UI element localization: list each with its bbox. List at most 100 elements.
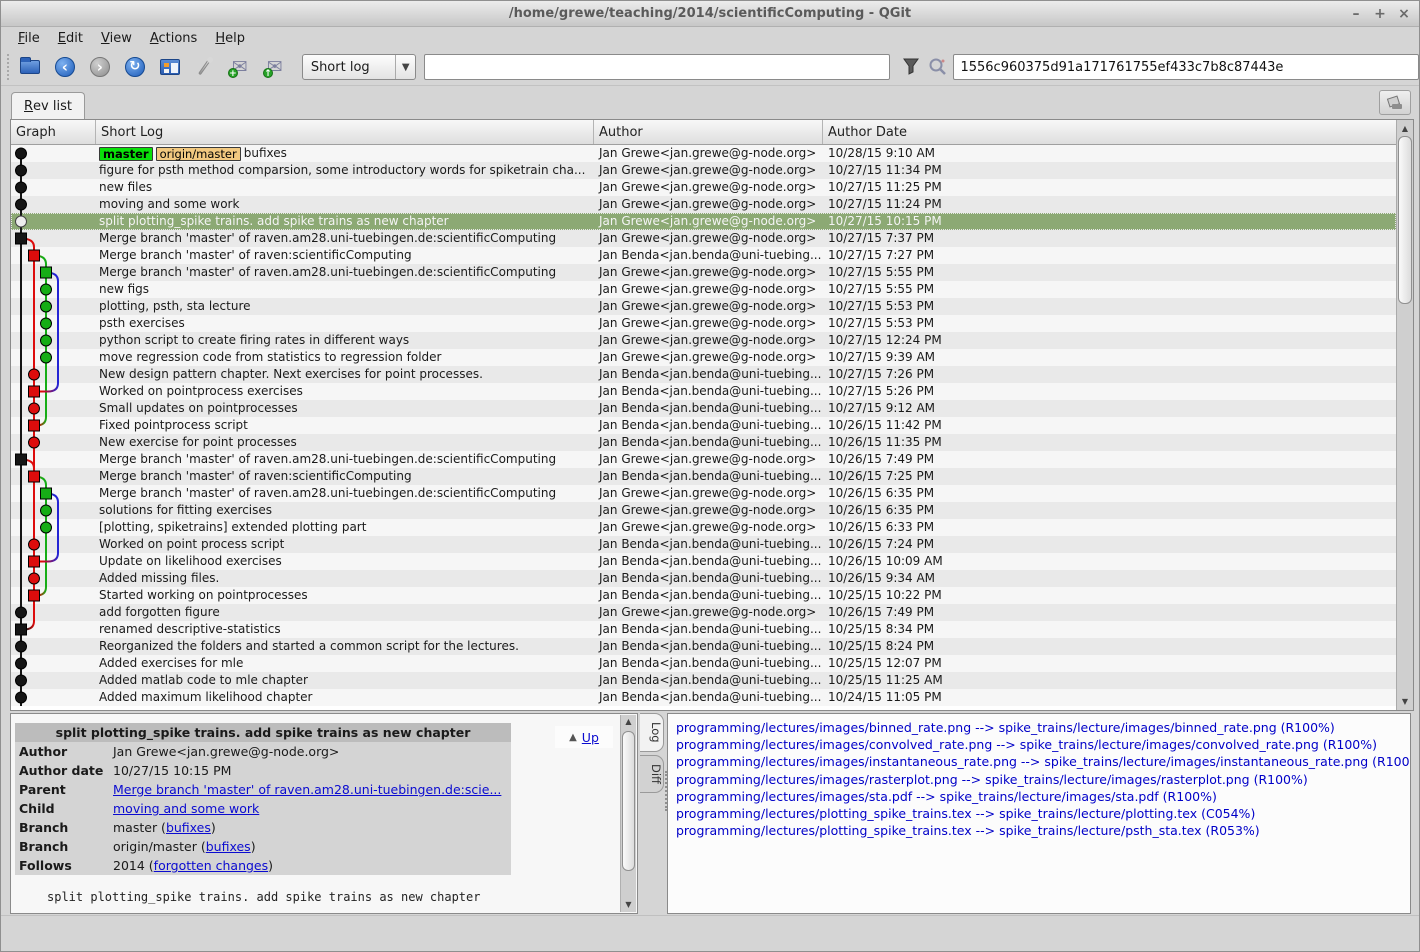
forward-icon[interactable]: › [87,54,113,80]
commit-message: split plotting_spike trains. add spike t… [47,890,480,904]
detail-link[interactable]: forgotten changes [154,858,268,873]
table-header: GraphShort LogAuthorAuthor Date [11,120,1396,145]
scroll-thumb[interactable] [1398,136,1412,304]
sha-input[interactable] [953,54,1419,80]
table-row[interactable]: Update on likelihood exercisesJan Benda<… [11,553,1396,570]
table-row[interactable]: Added exercises for mleJan Benda<jan.ben… [11,655,1396,672]
author-cell: Jan Benda<jan.benda@uni-tuebing... [594,553,823,570]
menu-view[interactable]: View [92,29,141,48]
menu-help[interactable]: Help [206,29,254,48]
detail-link[interactable]: bufixes [206,839,251,854]
scroll-down-icon[interactable]: ▼ [1397,694,1413,709]
file-rename-item[interactable]: programming/lectures/images/binned_rate.… [676,719,1410,736]
table-row[interactable]: Reorganized the folders and started a co… [11,638,1396,655]
date-cell: 10/25/15 8:24 PM [823,638,1396,655]
table-row[interactable]: moving and some workJan Grewe<jan.grewe@… [11,196,1396,213]
table-row[interactable]: solutions for fitting exercisesJan Grewe… [11,502,1396,519]
graph-cell [11,145,96,162]
close-icon[interactable]: × [1397,6,1411,22]
back-icon[interactable]: ‹ [52,54,78,80]
table-row[interactable]: New design pattern chapter. Next exercis… [11,366,1396,383]
table-row[interactable]: plotting, psth, sta lectureJan Grewe<jan… [11,298,1396,315]
file-rename-item[interactable]: programming/lectures/images/convolved_ra… [676,736,1410,753]
menu-bar: FileEditViewActionsHelp [1,27,1419,49]
detail-link[interactable]: Merge branch 'master' of raven.am28.uni-… [113,782,501,797]
detail-scrollbar[interactable]: ▲ ▼ [620,715,636,912]
graph-cell [11,638,96,655]
up-link[interactable]: Up [582,730,599,745]
table-row[interactable]: Merge branch 'master' of raven.am28.uni-… [11,264,1396,281]
up-arrow-icon: ▲ [569,732,577,743]
table-row[interactable]: Merge branch 'master' of raven.am28.uni-… [11,485,1396,502]
table-row[interactable]: Merge branch 'master' of raven:scientifi… [11,468,1396,485]
up-button[interactable]: ▲ Up [555,726,613,748]
table-row[interactable]: Added missing files.Jan Benda<jan.benda@… [11,570,1396,587]
menu-edit[interactable]: Edit [49,29,92,48]
open-repository-icon[interactable] [17,54,43,80]
toolbar-handle[interactable] [7,54,13,80]
table-row[interactable]: Merge branch 'master' of raven.am28.uni-… [11,451,1396,468]
side-tab-log[interactable]: Log [640,713,664,752]
table-row[interactable]: new filesJan Grewe<jan.grewe@g-node.org>… [11,179,1396,196]
table-row[interactable]: Small updates on pointprocessesJan Benda… [11,400,1396,417]
side-tab-diff[interactable]: Diff [640,755,664,793]
maximize-icon[interactable]: + [1373,6,1387,22]
detail-link[interactable]: bufixes [166,820,211,835]
scroll-thumb[interactable] [622,731,635,871]
author-cell: Jan Benda<jan.benda@uni-tuebing... [594,587,823,604]
detail-link[interactable]: moving and some work [113,801,259,816]
table-row[interactable]: Added maximum likelihood chapterJan Bend… [11,689,1396,706]
scroll-up-icon[interactable]: ▲ [621,715,636,729]
tab-rev-list[interactable]: Rev list [11,92,85,119]
title-bar[interactable]: /home/grewe/teaching/2014/scientificComp… [1,1,1419,27]
table-row[interactable]: add forgotten figureJan Grewe<jan.grewe@… [11,604,1396,621]
column-header-short-log[interactable]: Short Log [96,120,594,144]
minimize-icon[interactable]: – [1349,6,1363,22]
table-row[interactable]: Merge branch 'master' of raven:scientifi… [11,247,1396,264]
table-row[interactable]: psth exercisesJan Grewe<jan.grewe@g-node… [11,315,1396,332]
highlight-search-icon[interactable] [927,55,950,79]
table-row[interactable]: move regression code from statistics to … [11,349,1396,366]
date-cell: 10/27/15 12:24 PM [823,332,1396,349]
table-row[interactable]: python script to create firing rates in … [11,332,1396,349]
column-header-author[interactable]: Author [594,120,823,144]
file-rename-item[interactable]: programming/lectures/plotting_spike_trai… [676,805,1410,822]
table-row[interactable]: split plotting_spike trains. add spike t… [11,213,1396,230]
menu-file[interactable]: File [9,29,49,48]
column-header-graph[interactable]: Graph [11,120,96,144]
table-row[interactable]: new figsJan Grewe<jan.grewe@g-node.org>1… [11,281,1396,298]
table-row[interactable]: Started working on pointprocessesJan Ben… [11,587,1396,604]
table-row[interactable]: Fixed pointprocess scriptJan Benda<jan.b… [11,417,1396,434]
column-header-author-date[interactable]: Author Date [823,120,1396,144]
scroll-up-icon[interactable]: ▲ [1397,121,1413,136]
table-row[interactable]: [plotting, spiketrains] extended plottin… [11,519,1396,536]
view-toggle-icon[interactable] [157,54,183,80]
rev-list-scrollbar[interactable]: ▲ ▼ [1396,120,1413,710]
wand-icon[interactable] [192,54,218,80]
search-input[interactable] [424,54,890,80]
apply-patch-icon[interactable]: ✉+ [227,54,253,80]
file-rename-item[interactable]: programming/lectures/plotting_spike_trai… [676,822,1410,839]
file-rename-item[interactable]: programming/lectures/images/rasterplot.p… [676,771,1410,788]
table-row[interactable]: Added matlab code to mle chapterJan Bend… [11,672,1396,689]
refresh-icon[interactable]: ↻ [122,54,148,80]
table-row[interactable]: masterorigin/masterbufixesJan Grewe<jan.… [11,145,1396,162]
file-rename-item[interactable]: programming/lectures/images/sta.pdf --> … [676,788,1410,805]
table-row[interactable]: renamed descriptive-statisticsJan Benda<… [11,621,1396,638]
table-row[interactable]: New exercise for point processesJan Bend… [11,434,1396,451]
scroll-down-icon[interactable]: ▼ [621,898,636,912]
date-cell: 10/26/15 7:49 PM [823,604,1396,621]
tab-corner-button[interactable] [1379,90,1411,115]
table-row[interactable]: Worked on pointprocess exercisesJan Bend… [11,383,1396,400]
view-mode-select[interactable]: Short log ▼ [302,54,416,80]
table-row[interactable]: Worked on point process scriptJan Benda<… [11,536,1396,553]
table-row[interactable]: Merge branch 'master' of raven.am28.uni-… [11,230,1396,247]
format-patch-icon[interactable]: ✉↑ [262,54,288,80]
table-row[interactable]: figure for psth method comparsion, some … [11,162,1396,179]
file-rename-item[interactable]: programming/lectures/images/instantaneou… [676,753,1410,770]
detail-field: Follows2014 (forgotten changes) [15,856,511,875]
commit-info-box: split plotting_spike trains. add spike t… [15,723,511,875]
detail-value: Merge branch 'master' of raven.am28.uni-… [113,780,511,799]
menu-actions[interactable]: Actions [141,29,207,48]
filter-icon[interactable] [900,55,923,79]
